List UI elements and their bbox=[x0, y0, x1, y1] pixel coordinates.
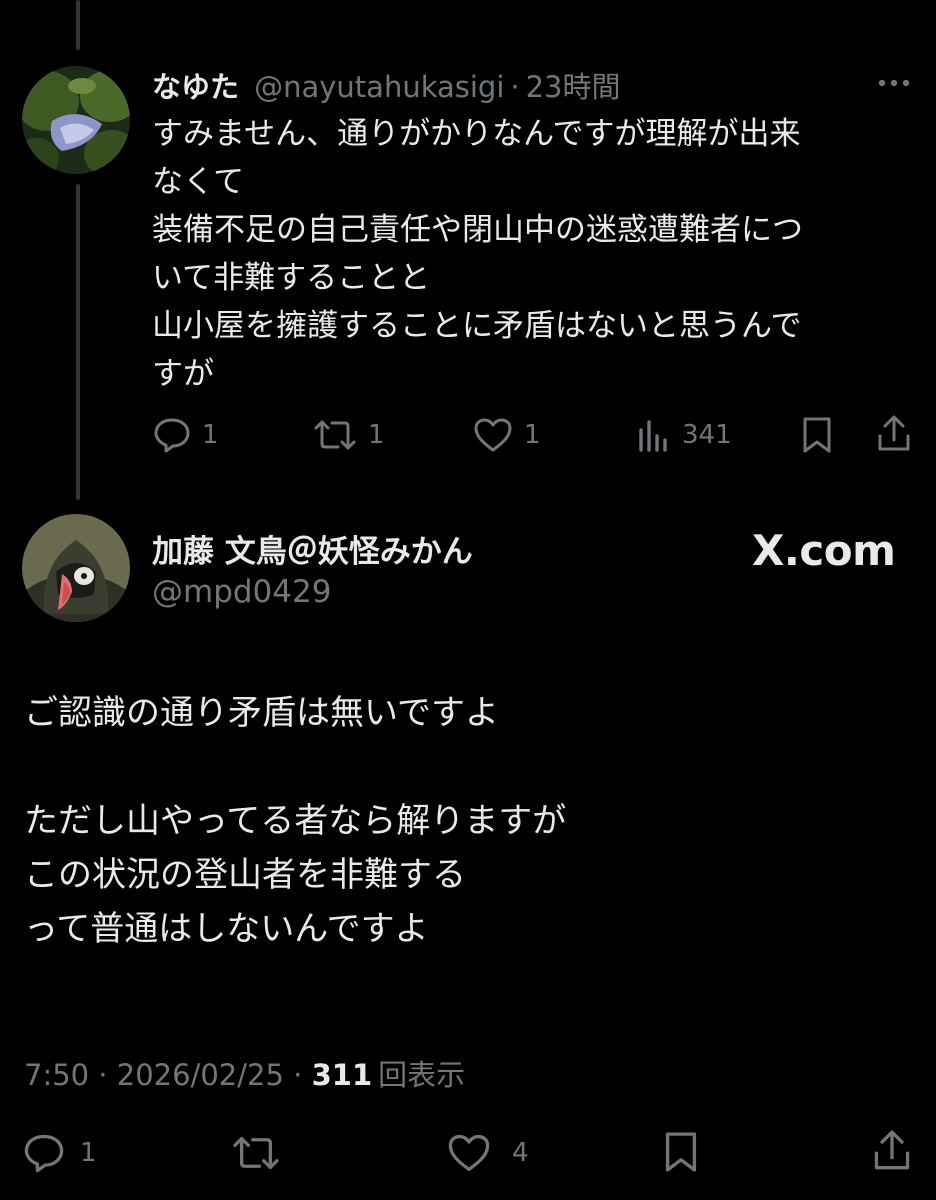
repost-icon bbox=[230, 1136, 282, 1178]
thread-line-connector bbox=[76, 184, 80, 500]
reply-handle[interactable]: @nayutahukasigi bbox=[254, 70, 504, 104]
main-action-reply[interactable]: 1 bbox=[22, 1132, 97, 1174]
tweet-date[interactable]: 2026/02/25 bbox=[117, 1058, 284, 1092]
heart-icon bbox=[472, 416, 514, 454]
reply-action-reply[interactable]: 1 bbox=[152, 416, 219, 454]
bookmark-icon bbox=[662, 1132, 700, 1178]
x-com-watermark: X.com bbox=[752, 526, 896, 575]
more-icon[interactable] bbox=[876, 68, 912, 98]
meta-separator: · bbox=[283, 1058, 312, 1092]
thread-line-top bbox=[76, 0, 80, 50]
share-icon bbox=[876, 415, 912, 458]
meta-separator: · bbox=[89, 1058, 117, 1092]
repost-icon bbox=[312, 416, 358, 454]
heart-icon bbox=[446, 1132, 492, 1174]
reply-action-views[interactable]: 341 bbox=[636, 416, 732, 454]
main-handle[interactable]: @mpd0429 bbox=[152, 574, 331, 610]
reply-separator: · bbox=[510, 70, 520, 104]
reply-bookmark-button[interactable] bbox=[800, 416, 834, 458]
reply-avatar[interactable] bbox=[22, 66, 130, 174]
reply-action-repost[interactable]: 1 bbox=[312, 416, 385, 454]
reply-share-button[interactable] bbox=[876, 414, 912, 458]
reply-count: 1 bbox=[202, 420, 219, 450]
main-meta-line: 7:50 · 2026/02/25 · 311 回表示 bbox=[24, 1052, 465, 1094]
views-count-main: 311 bbox=[311, 1058, 373, 1092]
reply-time[interactable]: 23時間 bbox=[526, 70, 621, 104]
main-bookmark-button[interactable] bbox=[662, 1130, 700, 1178]
reply-action-like[interactable]: 1 bbox=[472, 416, 541, 454]
reply-icon bbox=[152, 416, 192, 454]
main-reply-count: 1 bbox=[80, 1138, 97, 1168]
main-avatar[interactable] bbox=[22, 514, 130, 622]
repost-count: 1 bbox=[368, 420, 385, 450]
main-share-button[interactable] bbox=[872, 1128, 912, 1178]
reply-icon bbox=[22, 1132, 66, 1174]
main-action-like[interactable]: 4 bbox=[446, 1132, 529, 1174]
main-action-repost[interactable] bbox=[230, 1132, 282, 1178]
views-count: 341 bbox=[682, 420, 732, 450]
views-label: 回表示 bbox=[378, 1058, 466, 1092]
main-display-name[interactable]: 加藤 文鳥＠妖怪みかん bbox=[152, 526, 473, 571]
reply-body-text: すみません、通りがかりなんですが理解が出来 なくて 装備不足の自己責任や閉山中の… bbox=[152, 116, 803, 392]
tweet-time[interactable]: 7:50 bbox=[24, 1058, 89, 1092]
reply-display-name[interactable]: なゆた bbox=[152, 70, 239, 104]
share-icon bbox=[872, 1130, 912, 1178]
bookmark-icon bbox=[800, 417, 834, 458]
main-like-count: 4 bbox=[512, 1138, 529, 1168]
like-count: 1 bbox=[524, 420, 541, 450]
views-chart-icon bbox=[636, 416, 672, 454]
main-body-text: ご認識の通り矛盾は無いですよ ただし山やってる者なら解りますが この状況の登山者… bbox=[24, 693, 567, 949]
